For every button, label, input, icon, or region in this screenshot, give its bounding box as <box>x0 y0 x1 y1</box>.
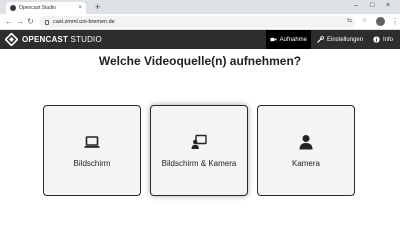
address-bar[interactable]: cast.zmml.uni-bremen.de <box>39 16 355 28</box>
browser-tab[interactable]: Opencast Studio × <box>6 2 86 14</box>
nav-einstellungen[interactable]: Einstellungen <box>313 30 367 49</box>
option-bildschirm[interactable]: Bildschirm <box>43 105 141 196</box>
nav-aufnahme-label: Aufnahme <box>279 36 307 43</box>
browser-toolbar: ← → ↻ cast.zmml.uni-bremen.de ⇆ ☆ ⋮ <box>0 14 400 30</box>
tab-title: Opencast Studio <box>19 5 56 11</box>
app-header: OPENCAST STUDIO Aufnahme Einstellungen I… <box>0 30 400 49</box>
minimize-icon[interactable]: – <box>354 2 358 10</box>
page-title: Welche Videoquelle(n) aufnehmen? <box>98 54 302 68</box>
nav-info-label: Info <box>383 36 394 43</box>
translate-icon[interactable]: ⇆ <box>347 18 352 25</box>
option-bildschirm-kamera[interactable]: Bildschirm & Kamera <box>150 105 248 196</box>
reload-icon[interactable]: ↻ <box>27 17 34 26</box>
profile-avatar-icon[interactable] <box>376 17 385 26</box>
user-icon <box>299 134 313 149</box>
opencast-favicon <box>10 5 16 11</box>
wrench-icon <box>317 36 324 43</box>
app-brand: OPENCAST STUDIO <box>22 35 102 44</box>
option-bildschirm-label: Bildschirm <box>73 158 111 168</box>
laptop-icon <box>84 135 100 148</box>
nav-aufnahme[interactable]: Aufnahme <box>266 30 311 49</box>
opencast-logo-icon <box>5 33 18 46</box>
browser-menu-icon[interactable]: ⋮ <box>391 17 399 26</box>
brand-name: OPENCAST <box>22 35 69 44</box>
brand-suffix: STUDIO <box>68 35 102 44</box>
forward-icon[interactable]: → <box>16 17 24 26</box>
url-text: cast.zmml.uni-bremen.de <box>53 19 115 25</box>
screen-and-user-icon <box>191 134 207 149</box>
maximize-icon[interactable]: □ <box>370 2 374 10</box>
option-bildschirm-kamera-label: Bildschirm & Kamera <box>161 158 237 168</box>
option-kamera[interactable]: Kamera <box>257 105 355 196</box>
browser-tab-strip: Opencast Studio × + – □ × <box>0 0 400 14</box>
option-kamera-label: Kamera <box>291 158 320 168</box>
window-close-icon[interactable]: × <box>386 2 390 10</box>
bookmark-star-icon[interactable]: ☆ <box>362 18 367 25</box>
nav-einstellungen-label: Einstellungen <box>327 36 364 43</box>
nav-info[interactable]: Info <box>369 30 397 49</box>
tab-close-icon[interactable]: × <box>78 5 82 11</box>
lock-icon <box>45 19 49 25</box>
video-camera-icon <box>270 37 277 42</box>
info-icon <box>373 36 380 43</box>
back-icon[interactable]: ← <box>5 17 13 26</box>
new-tab-button[interactable]: + <box>95 3 100 12</box>
